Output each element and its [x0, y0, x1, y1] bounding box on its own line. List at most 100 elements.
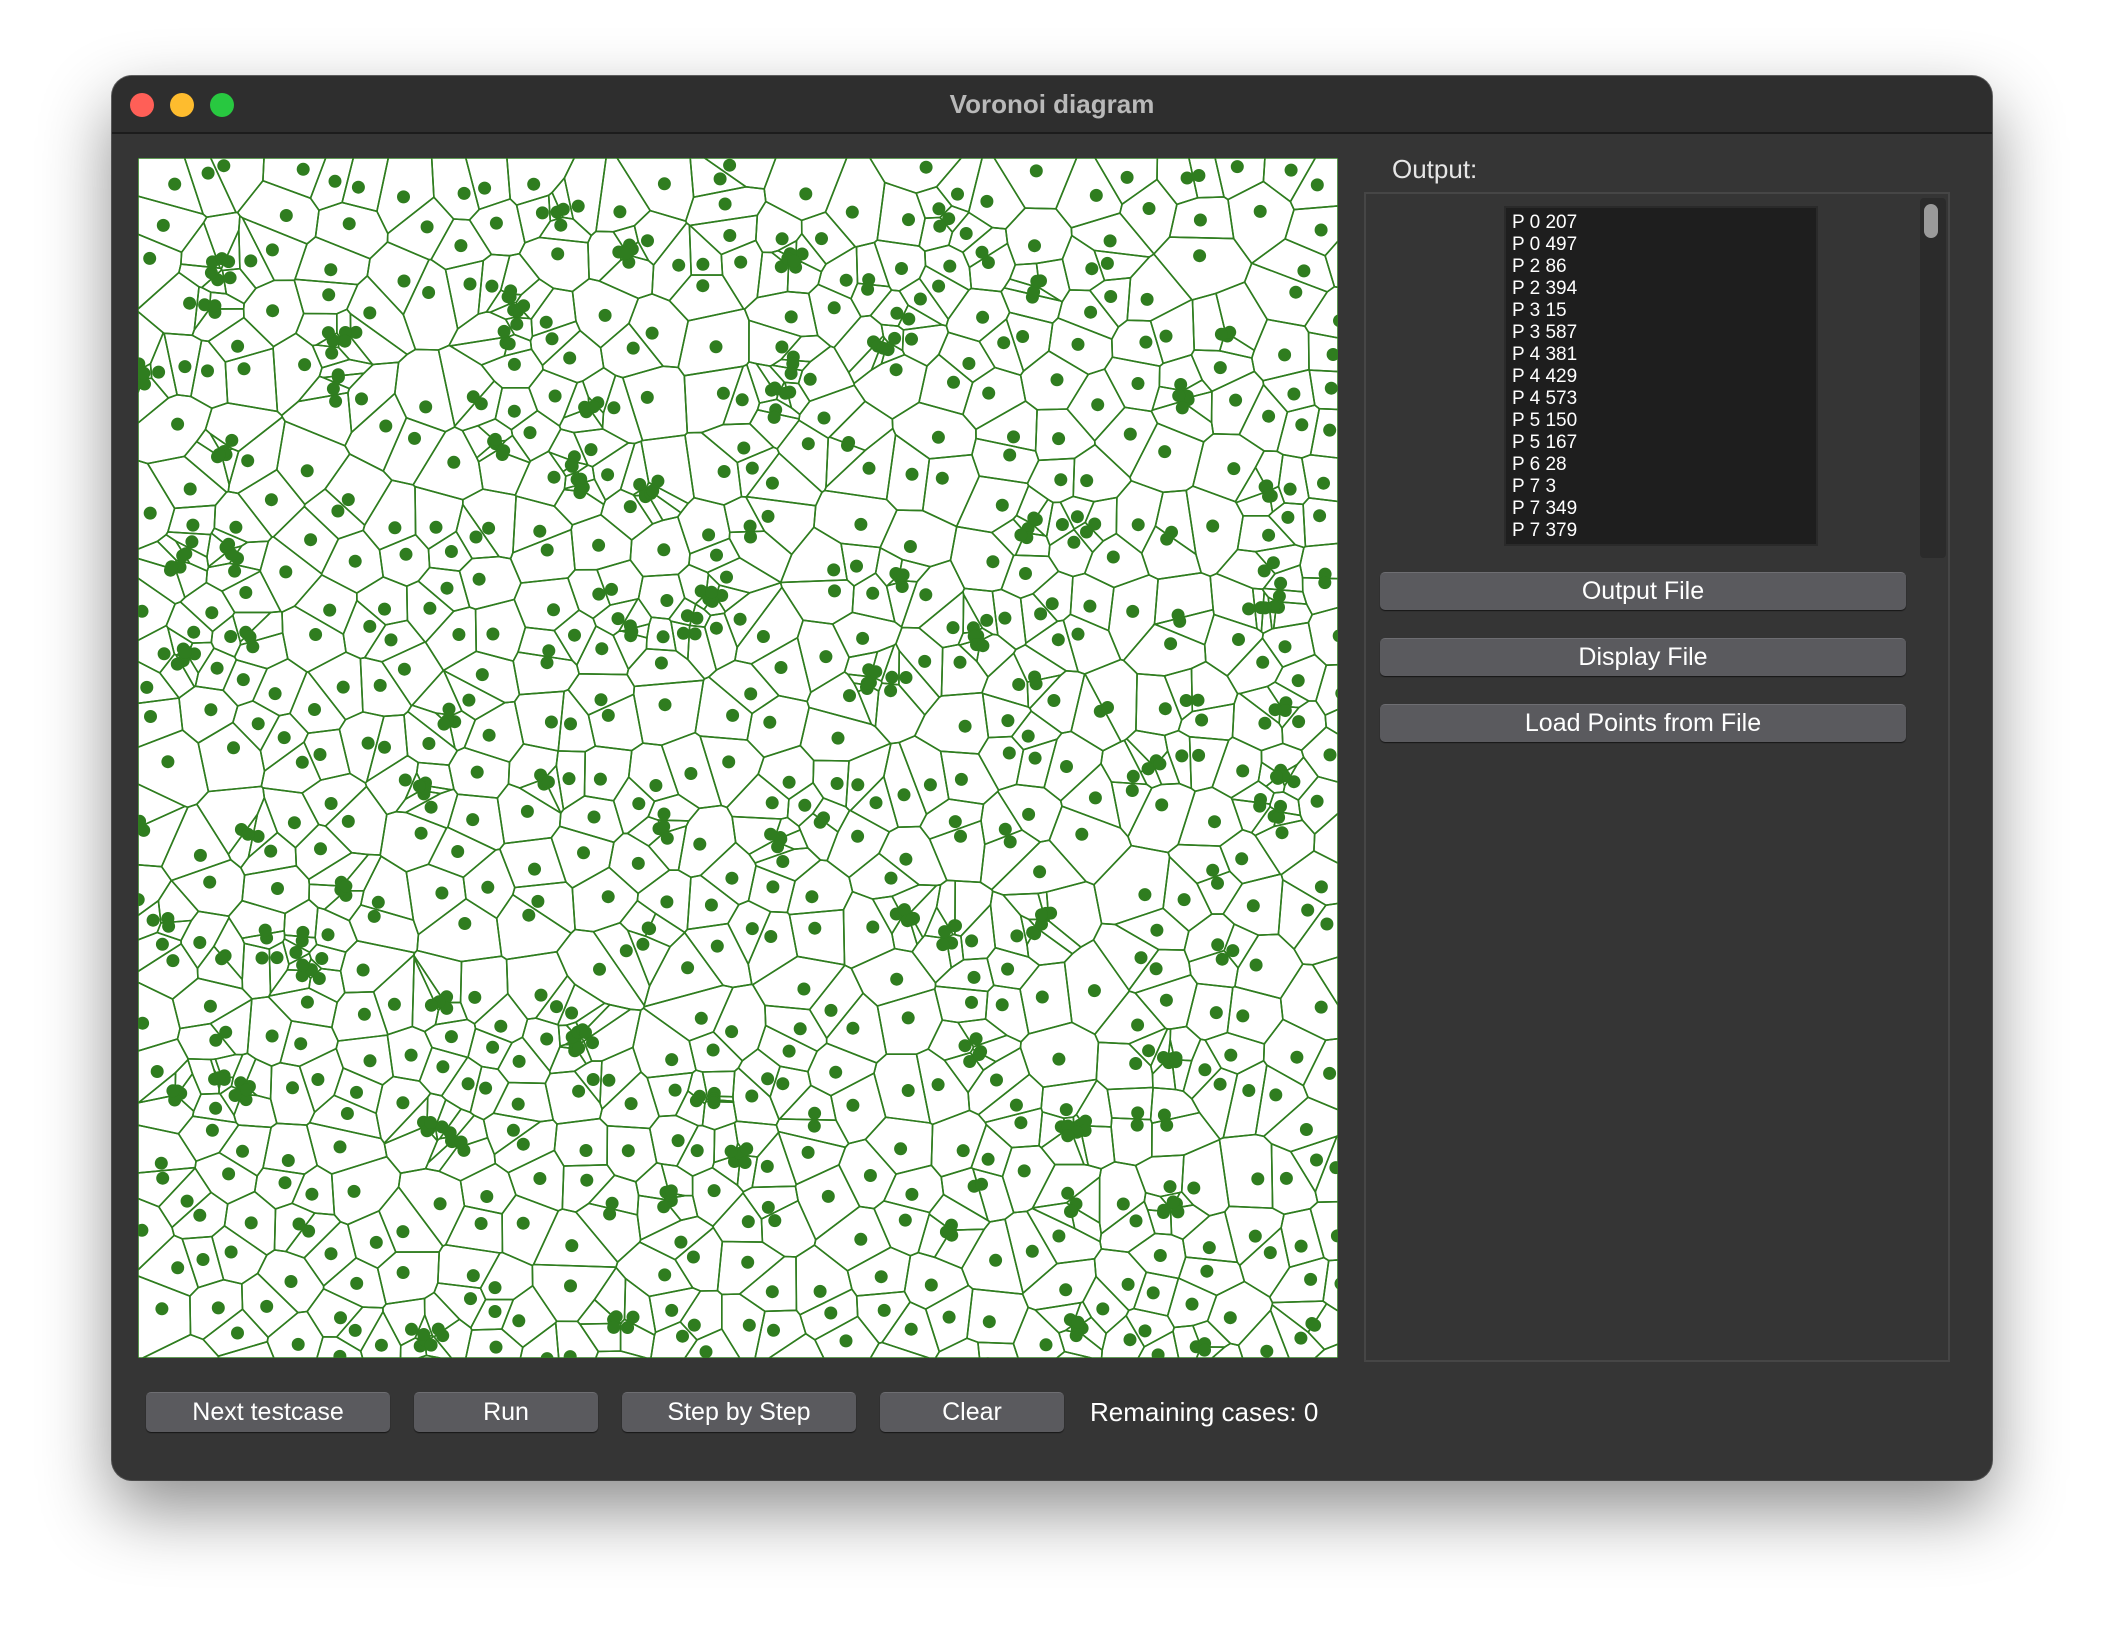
voronoi-site: [266, 304, 280, 318]
voronoi-site: [702, 528, 716, 542]
voronoi-site: [1310, 178, 1324, 192]
voronoi-site: [541, 775, 555, 789]
voronoi-site: [776, 855, 790, 868]
voronoi-site: [801, 1145, 815, 1159]
voronoi-cell: [137, 1274, 192, 1359]
voronoi-site: [839, 1334, 853, 1348]
voronoi-site: [535, 206, 549, 220]
voronoi-site: [237, 362, 251, 376]
voronoi-site: [1138, 1324, 1152, 1338]
voronoi-site: [222, 255, 236, 269]
voronoi-cell: [683, 1327, 742, 1359]
voronoi-site: [1266, 556, 1280, 570]
voronoi-site: [480, 1190, 494, 1203]
voronoi-site: [404, 1048, 418, 1062]
voronoi-site: [1016, 330, 1030, 343]
voronoi-site: [866, 920, 880, 934]
voronoi-site: [784, 310, 798, 324]
voronoi-site: [969, 1032, 983, 1046]
voronoi-site: [595, 642, 609, 656]
voronoi-site: [723, 229, 737, 242]
voronoi-site: [371, 895, 385, 909]
voronoi-site: [976, 639, 990, 653]
output-scrollbar[interactable]: [1920, 198, 1946, 558]
voronoi-site: [1070, 510, 1084, 524]
voronoi-site: [645, 326, 659, 340]
voronoi-cell: [515, 194, 552, 244]
voronoi-cell: [553, 1117, 609, 1167]
voronoi-site: [355, 392, 368, 406]
voronoi-cell: [1303, 285, 1339, 339]
voronoi-site: [356, 963, 370, 977]
voronoi-site: [523, 426, 537, 440]
load-points-button[interactable]: Load Points from File: [1380, 704, 1906, 742]
voronoi-site: [657, 543, 671, 557]
voronoi-site: [436, 1060, 450, 1074]
voronoi-site: [136, 1016, 150, 1030]
voronoi-site: [1195, 713, 1209, 727]
voronoi-site: [605, 582, 618, 596]
step-by-step-button[interactable]: Step by Step: [622, 1392, 856, 1432]
voronoi-site: [696, 257, 710, 271]
voronoi-site: [240, 1083, 254, 1097]
voronoi-site: [782, 1044, 796, 1058]
voronoi-site: [363, 1054, 377, 1068]
voronoi-site: [422, 286, 436, 299]
clear-button[interactable]: Clear: [880, 1392, 1064, 1432]
voronoi-cell: [414, 485, 464, 551]
next-testcase-button[interactable]: Next testcase: [146, 1392, 390, 1432]
voronoi-diagram[interactable]: [131, 157, 1360, 1382]
voronoi-site: [1061, 1186, 1075, 1200]
voronoi-site: [1256, 655, 1270, 669]
voronoi-site: [707, 1096, 721, 1110]
voronoi-site: [765, 476, 779, 490]
voronoi-site: [205, 606, 219, 620]
voronoi-site: [876, 341, 890, 355]
voronoi-site: [574, 472, 588, 486]
voronoi-cell: [1083, 658, 1138, 743]
voronoi-site: [1033, 865, 1047, 879]
voronoi-site: [350, 1085, 363, 1099]
output-scroll-thumb[interactable]: [1924, 204, 1938, 238]
output-list[interactable]: P 0 207 P 0 497 P 2 86 P 2 394 P 3 15 P 3 587…: [1504, 206, 1818, 546]
voronoi-cell: [386, 196, 455, 261]
voronoi-site: [625, 625, 639, 638]
voronoi-site: [1332, 629, 1346, 643]
voronoi-site: [623, 500, 637, 514]
voronoi-site: [279, 209, 293, 222]
voronoi-cell: [962, 366, 1027, 431]
voronoi-cell: [1129, 422, 1205, 494]
voronoi-site: [196, 1253, 210, 1266]
voronoi-site: [1317, 476, 1330, 490]
voronoi-site: [1104, 290, 1118, 303]
voronoi-site: [510, 317, 524, 331]
voronoi-site: [981, 1152, 995, 1166]
voronoi-cell: [757, 744, 815, 801]
voronoi-site: [897, 788, 911, 802]
voronoi-site: [1330, 1229, 1344, 1243]
run-button[interactable]: Run: [414, 1392, 598, 1432]
voronoi-site: [300, 995, 314, 1009]
display-file-button[interactable]: Display File: [1380, 638, 1906, 676]
voronoi-cell: [359, 855, 415, 922]
voronoi-site: [959, 227, 973, 240]
output-file-button[interactable]: Output File: [1380, 572, 1906, 610]
voronoi-site: [1103, 234, 1117, 248]
voronoi-site: [551, 247, 565, 261]
voronoi-site: [601, 708, 615, 722]
voronoi-site: [423, 601, 437, 615]
voronoi-site: [1158, 702, 1172, 716]
voronoi-site: [295, 755, 309, 769]
voronoi-site: [1310, 794, 1324, 808]
title-bar[interactable]: Voronoi diagram: [112, 76, 1992, 134]
voronoi-site: [454, 239, 468, 253]
voronoi-site: [168, 177, 182, 191]
voronoi-site: [1323, 748, 1337, 762]
voronoi-canvas[interactable]: [131, 157, 1360, 1382]
voronoi-site: [399, 547, 413, 561]
voronoi-site: [225, 433, 239, 447]
voronoi-cell: [137, 942, 199, 1001]
voronoi-site: [641, 921, 655, 935]
voronoi-site: [452, 628, 466, 641]
voronoi-cell: [1222, 1059, 1268, 1139]
